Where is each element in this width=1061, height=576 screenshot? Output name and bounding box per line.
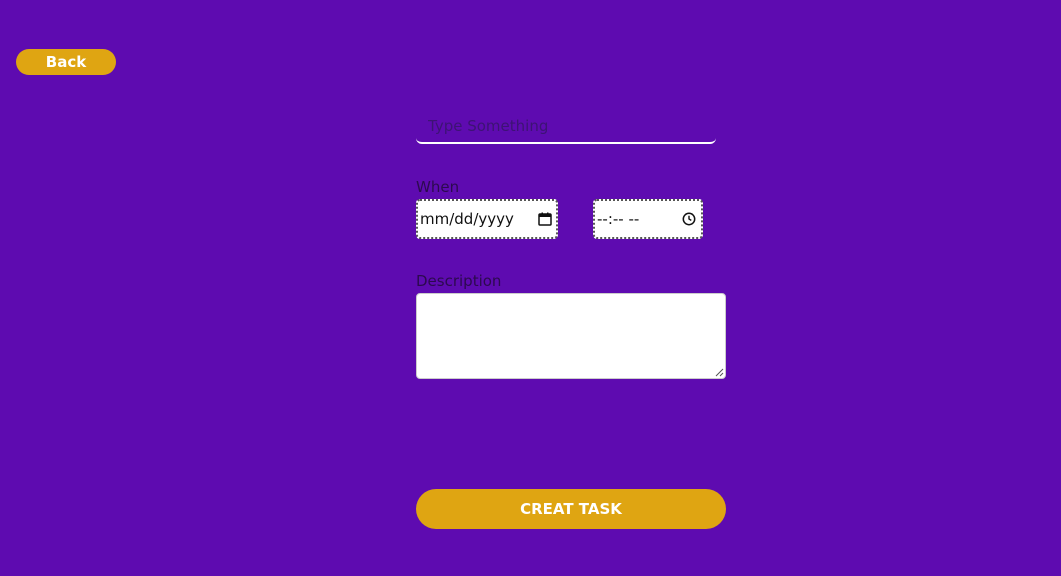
create-task-button[interactable]: CREAT TASK (416, 489, 726, 529)
clock-icon[interactable] (682, 212, 696, 226)
when-label: When (416, 178, 460, 196)
description-textarea[interactable] (417, 294, 725, 378)
time-placeholder: --:-- -- (597, 210, 640, 228)
title-field[interactable] (416, 110, 716, 144)
time-input[interactable]: --:-- -- (593, 199, 703, 239)
description-label: Description (416, 272, 502, 290)
calendar-icon[interactable] (538, 212, 552, 226)
back-button[interactable]: Back (16, 49, 116, 75)
title-input[interactable] (416, 110, 716, 142)
date-input[interactable]: mm/dd/yyyy (416, 199, 558, 239)
date-placeholder: mm/dd/yyyy (420, 210, 514, 228)
description-field[interactable] (416, 293, 726, 379)
resize-handle-icon[interactable] (715, 368, 724, 377)
